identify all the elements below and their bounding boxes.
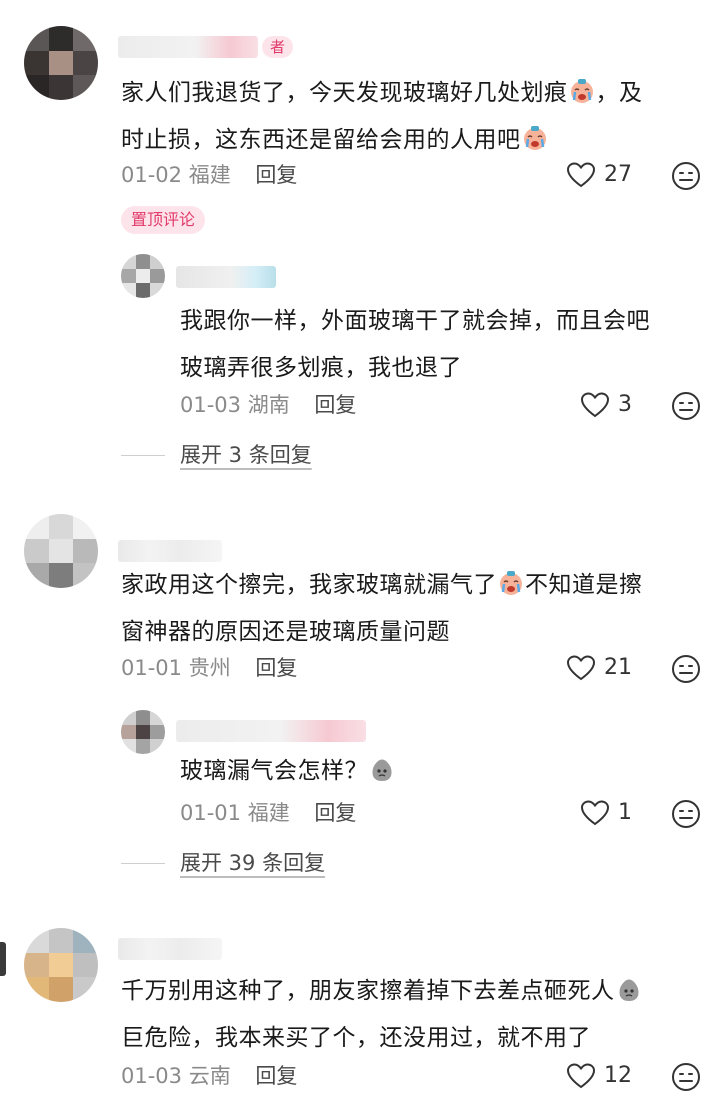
reply-avatar[interactable]	[121, 254, 165, 298]
dislike-face-icon[interactable]	[671, 161, 701, 191]
like-count: 27	[604, 162, 632, 187]
crying-emoji-icon	[569, 78, 595, 104]
heart-icon	[580, 391, 610, 419]
like-button[interactable]: 27	[566, 161, 632, 189]
expand-replies-button[interactable]: 展开 3 条回复	[180, 441, 312, 469]
like-count: 1	[618, 800, 632, 825]
like-count: 21	[604, 655, 632, 680]
reply-text: 玻璃漏气会怎样？	[180, 748, 710, 795]
reply-meta: 01-03 湖南 回复	[180, 391, 356, 419]
like-count: 12	[604, 1063, 632, 1088]
like-count: 3	[618, 392, 632, 417]
reply-meta: 01-01 福建 回复	[180, 799, 356, 827]
side-scroll-indicator	[0, 942, 6, 976]
username[interactable]	[118, 36, 258, 58]
dislike-face-icon[interactable]	[671, 799, 701, 829]
avatar[interactable]	[24, 514, 98, 588]
crying-emoji-icon	[498, 570, 524, 596]
comment-meta: 01-03 云南 回复	[121, 1062, 297, 1090]
comment-date: 01-03	[121, 1064, 183, 1088]
divider	[121, 863, 165, 864]
reply-location: 福建	[247, 801, 290, 825]
reply-location: 湖南	[247, 393, 290, 417]
comment-text: 家政用这个擦完，我家玻璃就漏气了 不知道是擦 窗神器的原因还是玻璃质量问题	[121, 570, 643, 645]
like-button[interactable]: 1	[580, 799, 632, 827]
reply-text: 我跟你一样，外面玻璃干了就会掉，而且会吧 玻璃弄很多划痕，我也退了	[180, 308, 650, 381]
reply-date: 01-01	[180, 801, 242, 825]
username[interactable]	[118, 540, 222, 562]
sack-emoji-icon	[369, 756, 395, 782]
comment-text: 家人们我退货了，今天发现玻璃好几处划痕 ，及 时止损，这东西还是留给会用的人用吧	[121, 78, 643, 153]
heart-icon	[566, 654, 596, 682]
like-button[interactable]: 3	[580, 391, 632, 419]
avatar[interactable]	[24, 26, 98, 100]
like-button[interactable]: 21	[566, 654, 632, 682]
avatar[interactable]	[24, 928, 98, 1002]
reply-button[interactable]: 回复	[255, 163, 297, 187]
crying-emoji-icon	[522, 125, 548, 151]
pinned-comment-tag: 置顶评论	[121, 206, 206, 234]
username[interactable]	[118, 938, 222, 960]
reply-avatar[interactable]	[121, 710, 165, 754]
reply-button[interactable]: 回复	[255, 656, 297, 680]
heart-icon	[580, 799, 610, 827]
heart-icon	[566, 1062, 596, 1090]
reply-date: 01-03	[180, 393, 242, 417]
comment-location: 云南	[188, 1064, 231, 1088]
heart-icon	[566, 161, 596, 189]
divider	[121, 455, 165, 456]
comment-meta: 01-01 贵州 回复	[121, 654, 297, 682]
dislike-face-icon[interactable]	[671, 654, 701, 684]
comment-location: 福建	[188, 163, 231, 187]
comment-location: 贵州	[188, 656, 231, 680]
dislike-face-icon[interactable]	[671, 391, 701, 421]
reply-button[interactable]: 回复	[314, 801, 356, 825]
like-button[interactable]: 12	[566, 1062, 632, 1090]
expand-replies-button[interactable]: 展开 39 条回复	[180, 849, 325, 877]
comment-text: 千万别用这种了，朋友家擦着掉下去差点砸死人 巨危险，我本来买了个，还没用过，就不…	[121, 968, 716, 1062]
comment-meta: 01-02 福建 回复	[121, 161, 297, 189]
comment-date: 01-02	[121, 163, 183, 187]
reply-button[interactable]: 回复	[255, 1064, 297, 1088]
comment-date: 01-01	[121, 656, 183, 680]
reply-button[interactable]: 回复	[314, 393, 356, 417]
reply-username[interactable]	[176, 720, 366, 742]
reply-username[interactable]	[176, 266, 276, 288]
author-tag: 者	[262, 36, 294, 58]
sack-emoji-icon	[616, 976, 642, 1002]
dislike-face-icon[interactable]	[671, 1062, 701, 1092]
